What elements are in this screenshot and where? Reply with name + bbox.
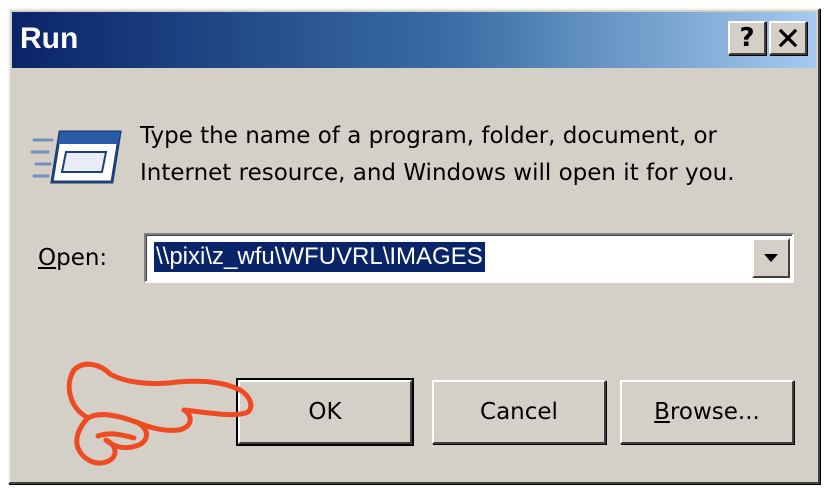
dropdown-button[interactable] (752, 238, 790, 278)
close-icon (779, 29, 797, 47)
chevron-down-icon (764, 254, 778, 262)
help-button[interactable]: ? (728, 21, 766, 55)
pointing-hand-icon (66, 361, 254, 466)
open-input-value[interactable]: \\pixi\z_wfu\WFUVRL\IMAGES (154, 242, 485, 272)
title-bar[interactable]: Run ? (12, 12, 816, 68)
open-label: Open: (38, 244, 107, 272)
instruction-text: Type the name of a program, folder, docu… (140, 118, 780, 192)
cancel-button-label: Cancel (480, 399, 558, 425)
help-icon: ? (739, 23, 755, 53)
open-label-text: pen: (56, 245, 108, 271)
run-icon (30, 130, 122, 184)
browse-button-label: Browse... (654, 399, 760, 425)
open-combobox[interactable]: \\pixi\z_wfu\WFUVRL\IMAGES (144, 233, 794, 283)
ok-button-label: OK (308, 399, 342, 425)
window-title: Run (20, 22, 79, 55)
instruction-line-2: Internet resource, and Windows will open… (140, 160, 735, 186)
instruction-line-1: Type the name of a program, folder, docu… (140, 123, 717, 149)
browse-accelerator: B (654, 399, 670, 425)
open-label-accelerator: O (38, 245, 57, 271)
browse-label-text: rowse... (669, 399, 760, 425)
cancel-button[interactable]: Cancel (432, 380, 606, 444)
browse-button[interactable]: Browse... (620, 380, 794, 444)
close-button[interactable] (769, 21, 807, 55)
run-dialog: Run ? Type the name of a program, folder… (8, 8, 820, 484)
